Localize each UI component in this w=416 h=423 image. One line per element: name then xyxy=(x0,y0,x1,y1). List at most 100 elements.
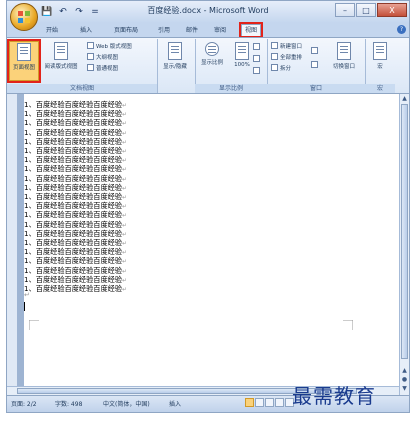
line-paragraph-mark: ↵ xyxy=(122,166,128,174)
scroll-up-arrow[interactable]: ▲ xyxy=(400,94,409,103)
arrange-all-button[interactable]: 全部重排 xyxy=(271,53,302,62)
ribbon-tabs: 开始 插入 页面布局 引用 邮件 审阅 视图 ? xyxy=(7,22,409,38)
switch-window-button[interactable]: 切换窗口 xyxy=(329,41,359,81)
status-page-view-icon[interactable] xyxy=(245,398,254,407)
group-macros: 宏 宏 xyxy=(365,39,395,93)
macros-button[interactable]: 宏 xyxy=(365,41,395,81)
line-paragraph-mark: ↵ xyxy=(122,230,128,238)
vertical-scroll-thumb[interactable] xyxy=(401,104,408,359)
zoom-button[interactable]: 显示比例 xyxy=(197,41,227,81)
one-page-button[interactable] xyxy=(253,43,262,52)
group-label-macros: 宏 xyxy=(365,84,395,93)
outline-view-label: 大纲视图 xyxy=(96,55,119,61)
two-pages-icon xyxy=(253,55,260,62)
line-paragraph-mark: ↵ xyxy=(122,212,128,220)
document-line[interactable]: 1、百度经验百度经验百度经验↵ xyxy=(24,284,127,294)
macros-label: 宏 xyxy=(377,64,383,70)
status-read-view-icon[interactable] xyxy=(255,398,264,407)
line-paragraph-mark: ↵ xyxy=(122,129,128,137)
view-shortcuts xyxy=(245,398,297,409)
vertical-scrollbar[interactable]: ▲ ▲ ● ▼ xyxy=(399,94,409,395)
word-window: 💾 ↶ ↷ = 百度经验.docx - Microsoft Word – □ X… xyxy=(6,0,410,413)
split-label: 拆分 xyxy=(280,66,292,72)
line-paragraph-mark: ↵ xyxy=(122,184,128,192)
side-by-side-button[interactable] xyxy=(311,47,320,56)
new-window-button[interactable]: 新建窗口 xyxy=(271,42,302,51)
line-paragraph-mark: ↵ xyxy=(122,111,128,119)
group-zoom: 显示比例 100% 显示比例 xyxy=(195,39,268,93)
show-hide-label: 显示/隐藏 xyxy=(163,64,187,70)
minimize-button[interactable]: – xyxy=(335,3,355,17)
tab-insert[interactable]: 插入 xyxy=(77,25,95,36)
switch-window-icon xyxy=(337,42,351,60)
arrange-all-label: 全部重排 xyxy=(280,55,303,61)
side-by-side-icon xyxy=(311,47,318,54)
read-view-icon xyxy=(54,42,68,60)
group-window: 新建窗口 全部重排 拆分 切换窗口 窗口 xyxy=(267,39,366,93)
text-cursor xyxy=(24,302,25,311)
show-hide-button[interactable]: 显示/隐藏 xyxy=(160,41,190,81)
draft-view-label: 普通视图 xyxy=(96,66,119,72)
new-window-icon xyxy=(271,42,278,49)
page-view-button[interactable]: 页面视图 xyxy=(7,39,41,83)
prev-page-icon[interactable]: ▲ xyxy=(400,366,409,375)
close-button[interactable]: X xyxy=(377,3,407,17)
status-language[interactable]: 中文(简体，中国) xyxy=(103,399,150,408)
line-paragraph-mark: ↵ xyxy=(122,240,128,247)
title-bar: 💾 ↶ ↷ = 百度经验.docx - Microsoft Word – □ X xyxy=(7,1,409,23)
watermark: 最需教育 xyxy=(292,384,376,408)
line-paragraph-mark: ↵ xyxy=(122,138,128,146)
tab-home[interactable]: 开始 xyxy=(43,25,61,36)
next-page-icon[interactable]: ▼ xyxy=(400,384,409,393)
group-label-window: 窗口 xyxy=(267,84,365,93)
macros-icon xyxy=(373,42,387,60)
outline-view-icon xyxy=(87,53,94,60)
arrange-all-icon xyxy=(271,53,278,60)
page-view-label: 页面视图 xyxy=(12,65,35,71)
tab-view[interactable]: 视图 xyxy=(238,22,264,38)
web-view-button[interactable]: Web 版式视图 xyxy=(87,42,132,51)
office-button[interactable] xyxy=(10,3,38,31)
line-paragraph-mark: ↵ xyxy=(122,194,128,201)
status-words[interactable]: 字数: 498 xyxy=(55,399,82,408)
outline-view-button[interactable]: 大纲视图 xyxy=(87,53,118,62)
maximize-button[interactable]: □ xyxy=(356,3,376,17)
status-mode[interactable]: 插入 xyxy=(169,399,181,408)
page-width-button[interactable] xyxy=(253,67,262,76)
vertical-ruler xyxy=(7,94,18,395)
group-label-zoom: 显示比例 xyxy=(195,84,267,93)
read-view-label: 阅读版式视图 xyxy=(44,64,78,70)
line-paragraph-mark: ↵ xyxy=(122,258,128,266)
two-pages-button[interactable] xyxy=(253,55,262,64)
tab-references[interactable]: 引用 xyxy=(155,25,173,36)
web-view-icon xyxy=(87,42,94,49)
help-icon[interactable]: ? xyxy=(397,25,406,34)
sync-scroll-button[interactable] xyxy=(311,61,320,70)
tab-mailings[interactable]: 邮件 xyxy=(183,25,201,36)
status-web-view-icon[interactable] xyxy=(265,398,274,407)
tab-page-layout[interactable]: 页面布局 xyxy=(111,25,141,36)
group-label-document-views: 文档视图 xyxy=(7,84,157,93)
split-button[interactable]: 拆分 xyxy=(271,64,291,73)
line-paragraph-mark: ↵ xyxy=(122,276,128,284)
show-hide-icon xyxy=(168,42,182,60)
line-paragraph-mark: ↵ xyxy=(122,148,128,155)
line-paragraph-mark: ↵ xyxy=(122,286,128,293)
page-corner-mark-left xyxy=(29,320,39,330)
paragraph-mark: ↵ xyxy=(24,291,30,299)
one-page-icon xyxy=(253,43,260,50)
page-corner-mark-right xyxy=(343,320,353,330)
tab-review[interactable]: 审阅 xyxy=(211,25,229,36)
read-view-button[interactable]: 阅读版式视图 xyxy=(43,41,79,81)
status-outline-view-icon[interactable] xyxy=(275,398,284,407)
zoom-label: 显示比例 xyxy=(200,60,223,66)
status-page[interactable]: 页面: 2/2 xyxy=(11,399,37,408)
browse-object-icon[interactable]: ● xyxy=(400,375,409,384)
group-show-hide: 显示/隐藏 xyxy=(157,39,196,93)
draft-view-button[interactable]: 普通视图 xyxy=(87,64,118,73)
split-icon xyxy=(271,64,278,71)
line-paragraph-mark: ↵ xyxy=(122,175,128,183)
group-document-views: 页面视图 阅读版式视图 Web 版式视图 大纲视图 普通视图 文档视图 xyxy=(7,39,158,93)
magnifier-icon xyxy=(205,42,219,56)
zoom-100-label: 100% xyxy=(234,62,250,68)
